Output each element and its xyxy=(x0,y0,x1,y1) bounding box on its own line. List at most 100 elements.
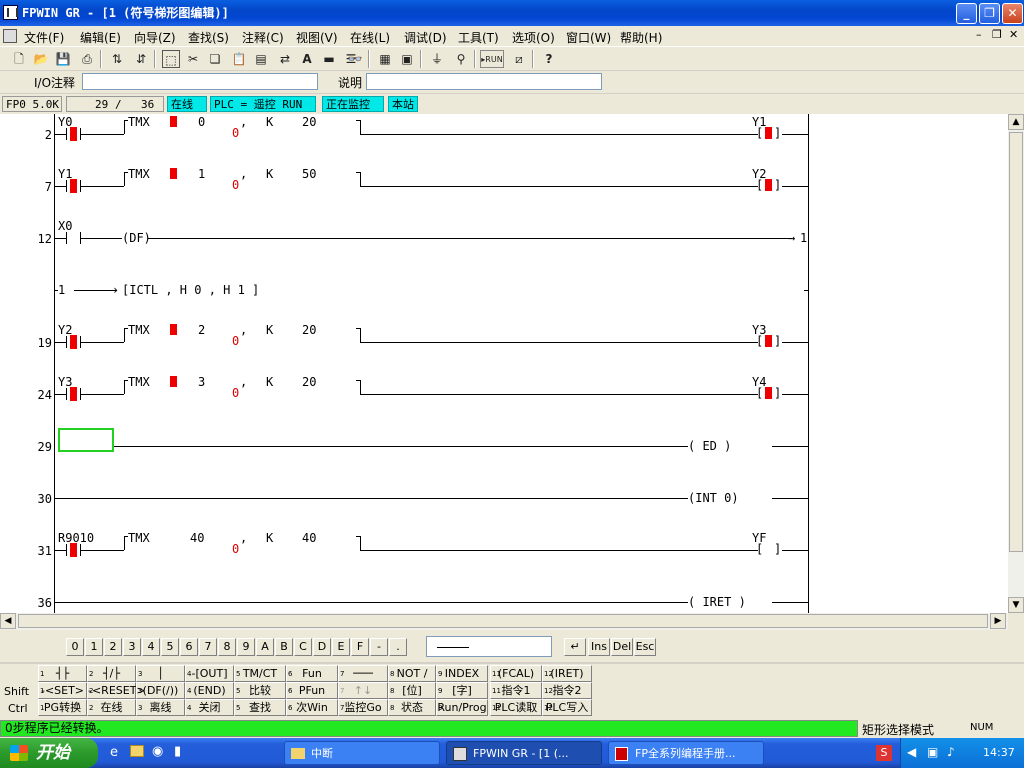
key-d[interactable]: D xyxy=(313,638,331,656)
key-2[interactable]: 2 xyxy=(104,638,122,656)
key-f[interactable]: F xyxy=(351,638,369,656)
fkey-run-prog[interactable]: 9 Run/Prog xyxy=(436,699,488,716)
menu-help[interactable]: 帮助(H) xyxy=(620,29,662,46)
menu-file[interactable]: 文件(F) xyxy=(24,29,64,46)
paste-icon[interactable]: 📋 xyxy=(230,50,248,68)
fkey-online[interactable]: 2 在线 xyxy=(87,699,136,716)
menu-edit[interactable]: 编辑(E) xyxy=(80,29,121,46)
prog-mode-icon[interactable]: ⧄ xyxy=(510,50,528,68)
fkey-offline[interactable]: 3 离线 xyxy=(136,699,185,716)
copy-icon[interactable]: ❏ xyxy=(206,50,224,68)
description-input[interactable] xyxy=(366,73,602,90)
key-3[interactable]: 3 xyxy=(123,638,141,656)
enter-icon[interactable]: ↵ xyxy=(564,638,586,656)
fkey-end[interactable]: 4 (END) xyxy=(185,682,234,699)
open-folder-icon[interactable]: 📂 xyxy=(32,50,50,68)
sort-up-icon[interactable]: ⇅ xyxy=(108,50,126,68)
key-0[interactable]: 0 xyxy=(66,638,84,656)
fkey-word[interactable]: 9 [字] xyxy=(436,682,488,699)
new-file-icon[interactable]: 🗋 xyxy=(10,50,28,68)
task-folder[interactable]: 中断 xyxy=(284,741,440,765)
key-8[interactable]: 8 xyxy=(218,638,236,656)
fkey-monitor-go[interactable]: 7 监控Go xyxy=(338,699,388,716)
cut-icon[interactable]: ✂ xyxy=(184,50,202,68)
horizontal-scrollbar[interactable]: ◀ ▶ xyxy=(0,613,1008,630)
menu-tools[interactable]: 工具(T) xyxy=(458,29,499,46)
fkey-compare[interactable]: 5 比较 xyxy=(234,682,286,699)
fkey-next-win[interactable]: 6 次Win xyxy=(286,699,338,716)
print-icon[interactable]: ⎙ xyxy=(78,50,96,68)
fkey-df[interactable]: 3 (DF(/)) xyxy=(136,682,185,699)
fkey-bit[interactable]: 8 [位] xyxy=(388,682,436,699)
scroll-up-icon[interactable]: ▲ xyxy=(1008,114,1024,130)
monitor-icon[interactable]: ▦ xyxy=(376,50,394,68)
media-icon[interactable]: ◉ xyxy=(152,744,163,759)
mdi-restore-icon[interactable]: ❐ xyxy=(992,28,1002,41)
menu-wizard[interactable]: 向导(Z) xyxy=(134,29,176,46)
key-4[interactable]: 4 xyxy=(142,638,160,656)
fkey-find[interactable]: 5 查找 xyxy=(234,699,286,716)
scroll-right-icon[interactable]: ▶ xyxy=(990,613,1006,629)
app-icon[interactable] xyxy=(3,5,18,20)
ime-icon[interactable]: S xyxy=(876,745,892,761)
fkey-vertical[interactable]: 3 │ xyxy=(136,665,185,682)
editor-cursor[interactable] xyxy=(58,428,114,452)
fkey-iret[interactable]: 12 (IRET) xyxy=(542,665,592,682)
network-icon[interactable]: ▣ xyxy=(927,745,938,759)
fkey-reset[interactable]: 2 -<RESET> xyxy=(87,682,146,699)
fkey-instr1[interactable]: 11 指令1 xyxy=(490,682,542,699)
menu-find[interactable]: 查找(S) xyxy=(188,29,229,46)
fkey-pfun[interactable]: 6 PFun xyxy=(286,682,338,699)
fkey-plc-write[interactable]: 12 PLC写入 xyxy=(542,699,592,716)
mdi-close-icon[interactable]: ✕ xyxy=(1009,28,1018,41)
scroll-thumb[interactable] xyxy=(1009,132,1023,552)
key-1[interactable]: 1 xyxy=(85,638,103,656)
text-icon[interactable]: A xyxy=(298,50,316,68)
key-minus[interactable]: - xyxy=(370,638,388,656)
fkey-fcal[interactable]: 11 (FCAL) xyxy=(490,665,542,682)
fkey-instr2[interactable]: 12 指令2 xyxy=(542,682,592,699)
ie-icon[interactable]: e xyxy=(110,745,118,760)
key-6[interactable]: 6 xyxy=(180,638,198,656)
fkey-pg-convert[interactable]: 1 PG转换 xyxy=(38,699,87,716)
key-5[interactable]: 5 xyxy=(161,638,179,656)
help-icon[interactable]: ? xyxy=(540,50,558,68)
tray-arrow-icon[interactable]: ◀ xyxy=(907,745,916,759)
key-e[interactable]: E xyxy=(332,638,350,656)
menu-debug[interactable]: 调试(D) xyxy=(404,29,447,46)
fkey-updown[interactable]: 7 ↑↓ xyxy=(338,682,388,699)
io-comment-input[interactable] xyxy=(82,73,318,90)
menu-window[interactable]: 窗口(W) xyxy=(566,29,611,46)
key-7[interactable]: 7 xyxy=(199,638,217,656)
fkey-plc-read[interactable]: 11 PLC读取 xyxy=(490,699,542,716)
fkey-status[interactable]: 8 状态 xyxy=(388,699,436,716)
key-ins[interactable]: Ins xyxy=(588,638,610,656)
fkey-contact-no[interactable]: 1 ┤├ xyxy=(38,665,87,682)
key-9[interactable]: 9 xyxy=(237,638,255,656)
scroll-left-icon[interactable]: ◀ xyxy=(0,613,16,629)
fkey-out[interactable]: 4 -[OUT] xyxy=(185,665,234,682)
fkey-contact-nc[interactable]: 2 ┤/├ xyxy=(87,665,136,682)
key-del[interactable]: Del xyxy=(611,638,633,656)
select-icon[interactable]: ⬚ xyxy=(162,50,180,68)
ladder-editor[interactable]: 2 Y0 TMX 0 , 0 K 20 Y1 [ ] 7 Y1 TMX 1 , … xyxy=(0,114,1008,613)
maximize-button[interactable]: ❐ xyxy=(979,3,1000,24)
doc-icon[interactable] xyxy=(3,29,17,43)
insert-row-icon[interactable]: ▤ xyxy=(252,50,270,68)
minimize-button[interactable]: _ xyxy=(956,3,977,24)
task-pdf[interactable]: FP全系列编程手册... xyxy=(608,741,764,765)
sort-down-icon[interactable]: ⇵ xyxy=(132,50,150,68)
replace-icon[interactable]: ⇄ xyxy=(276,50,294,68)
close-button[interactable]: ✕ xyxy=(1002,3,1023,24)
menu-comment[interactable]: 注释(C) xyxy=(242,29,284,46)
fkey-index[interactable]: 9 INDEX xyxy=(436,665,488,682)
key-dot[interactable]: . xyxy=(389,638,407,656)
fkey-fun[interactable]: 6 Fun xyxy=(286,665,338,682)
menu-view[interactable]: 视图(V) xyxy=(296,29,338,46)
key-esc[interactable]: Esc xyxy=(634,638,656,656)
menu-online[interactable]: 在线(L) xyxy=(350,29,390,46)
fkey-not[interactable]: 8 NOT / xyxy=(388,665,436,682)
fkey-set[interactable]: 1 -<SET> xyxy=(38,682,87,699)
menu-options[interactable]: 选项(O) xyxy=(512,29,555,46)
key-c[interactable]: C xyxy=(294,638,312,656)
